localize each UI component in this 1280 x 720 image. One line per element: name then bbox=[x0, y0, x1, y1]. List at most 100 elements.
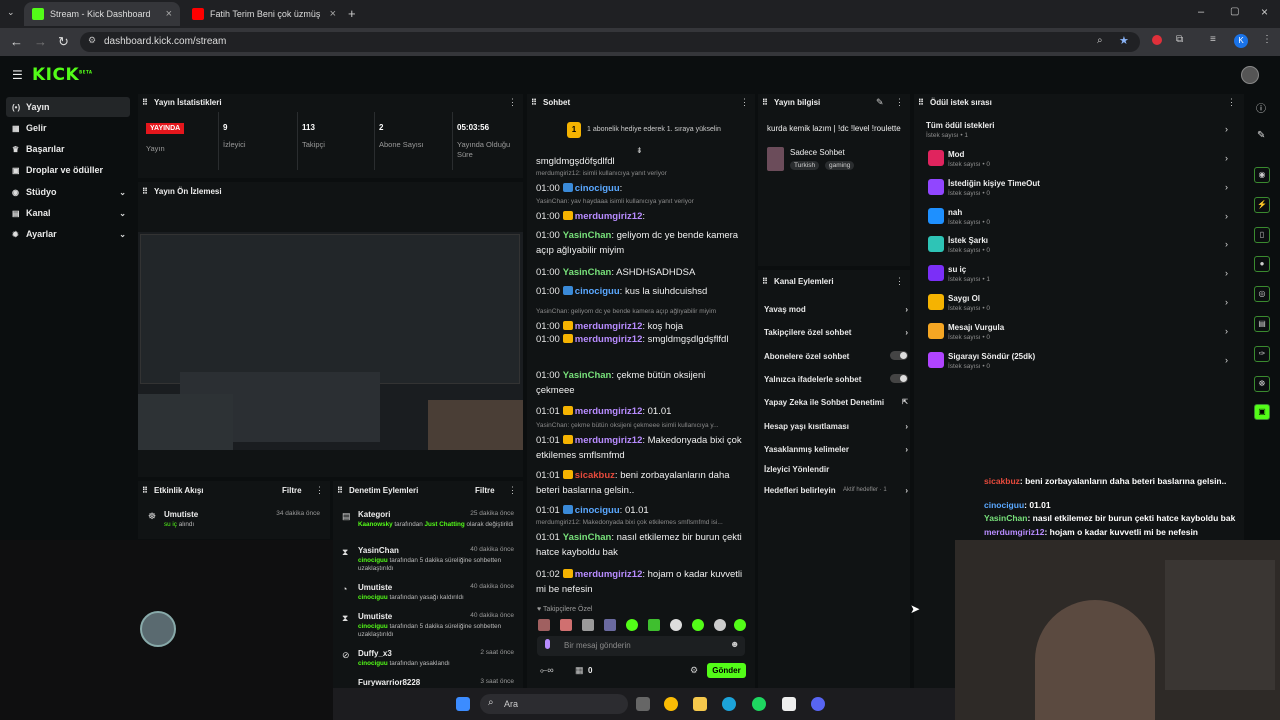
toolbar-document-icon[interactable]: ▯ bbox=[1254, 227, 1270, 243]
more-options-icon[interactable]: ⋮ bbox=[895, 97, 904, 108]
banned-words-row[interactable]: Yasaklanmış kelimeler › bbox=[764, 445, 908, 454]
bookmark-star-icon[interactable]: ★ bbox=[1119, 34, 1129, 47]
emote-icon[interactable] bbox=[714, 619, 726, 631]
close-window-icon[interactable]: × bbox=[1261, 5, 1268, 19]
url-bar[interactable]: ⚙ dashboard.kick.com/stream bbox=[80, 32, 1140, 52]
toolbar-reward-icon[interactable]: ☸ bbox=[1254, 376, 1270, 392]
document-icon[interactable] bbox=[782, 697, 796, 711]
forward-icon[interactable]: → bbox=[34, 34, 47, 49]
goals-row[interactable]: Hedefleri belirleyin Aktif hedefler · 1 › bbox=[764, 486, 908, 495]
activity-filter-button[interactable]: Filtre bbox=[282, 486, 302, 495]
chat-input[interactable]: Bir mesaj gönderin ☻ bbox=[537, 636, 745, 656]
profile-avatar[interactable]: K bbox=[1234, 34, 1248, 48]
host-row[interactable]: İzleyici Yönlendir bbox=[764, 465, 908, 474]
browser-menu-icon[interactable]: ⋮ bbox=[1262, 34, 1272, 45]
sidebar-item-yayin[interactable]: (•) Yayın bbox=[6, 97, 130, 117]
chat-settings-icon[interactable]: ⚙ bbox=[690, 665, 698, 676]
panel-drag-icon[interactable]: ⠿ bbox=[337, 486, 343, 495]
tag-chip[interactable]: Turkish bbox=[790, 161, 820, 170]
emote-icon[interactable] bbox=[538, 619, 550, 631]
panel-drag-icon[interactable]: ⠿ bbox=[142, 486, 148, 495]
gift-sub-banner[interactable]: 1 abonelik hediye ederek 1. sıraya yükse… bbox=[587, 126, 721, 133]
chat-username[interactable]: cinociguu bbox=[575, 505, 620, 516]
tab-stream-dashboard[interactable]: Stream - Kick Dashboard × bbox=[24, 2, 180, 26]
toolbar-live-icon[interactable]: ◎ bbox=[1254, 286, 1270, 302]
chat-username[interactable]: cinociguu bbox=[575, 286, 620, 297]
pen-icon[interactable]: ✎ bbox=[1257, 130, 1265, 141]
back-icon[interactable]: ← bbox=[10, 34, 23, 49]
chat-username[interactable]: YasinChan bbox=[563, 370, 612, 381]
panel-drag-icon[interactable]: ⠿ bbox=[762, 277, 768, 286]
task-view-icon[interactable] bbox=[636, 697, 650, 711]
zoom-icon[interactable]: ⌕ bbox=[1097, 35, 1103, 46]
reward-item[interactable]: nah İstek sayısı • 0 › bbox=[926, 206, 1232, 232]
chat-username[interactable]: YasinChan bbox=[563, 230, 612, 241]
emote-icon[interactable] bbox=[604, 619, 616, 631]
panel-drag-icon[interactable]: ⠿ bbox=[531, 98, 537, 107]
tag-chip[interactable]: gaming bbox=[825, 161, 855, 170]
emote-icon[interactable] bbox=[626, 619, 638, 631]
extensions-icon[interactable]: ⧉ bbox=[1176, 34, 1183, 45]
chat-username[interactable]: merdumgiriz12 bbox=[575, 211, 643, 222]
panel-drag-icon[interactable]: ⠿ bbox=[142, 98, 148, 107]
reload-icon[interactable]: ↻ bbox=[58, 34, 69, 50]
kick-logo[interactable]: KICKBETA bbox=[32, 65, 92, 85]
new-tab-button[interactable]: + bbox=[348, 6, 356, 21]
more-options-icon[interactable]: ⋮ bbox=[740, 97, 749, 108]
close-icon[interactable]: × bbox=[330, 8, 336, 20]
panel-drag-icon[interactable]: ⠿ bbox=[918, 98, 924, 107]
taskbar-search[interactable]: ⌕ Ara bbox=[480, 694, 628, 714]
reward-item[interactable]: Saygı Ol İstek sayısı • 0 › bbox=[926, 292, 1232, 318]
site-info-icon[interactable]: ⚙ bbox=[88, 35, 96, 46]
more-options-icon[interactable]: ⋮ bbox=[315, 485, 324, 496]
windows-start-icon[interactable] bbox=[456, 697, 470, 711]
minimize-icon[interactable]: – bbox=[1198, 6, 1204, 18]
close-icon[interactable]: × bbox=[166, 8, 172, 20]
sidebar-item-kanal[interactable]: ▤ Kanal ⌄ bbox=[6, 203, 130, 223]
slow-mode-row[interactable]: Yavaş mod › bbox=[764, 305, 908, 314]
emote-icon[interactable] bbox=[670, 619, 682, 631]
send-button[interactable]: Gönder bbox=[707, 663, 746, 678]
extension-record-icon[interactable] bbox=[1152, 35, 1162, 45]
store-icon[interactable]: ▦ bbox=[575, 665, 584, 676]
emote-only-toggle[interactable] bbox=[890, 374, 908, 383]
discord-icon[interactable] bbox=[811, 697, 825, 711]
file-explorer-icon[interactable] bbox=[693, 697, 707, 711]
reward-item[interactable]: İstediğin kişiye TimeOut İstek sayısı • 0… bbox=[926, 177, 1232, 203]
chat-username[interactable]: merdumgiriz12 bbox=[575, 406, 643, 417]
hamburger-menu-icon[interactable]: ☰ bbox=[12, 68, 23, 82]
emote-icon[interactable] bbox=[734, 619, 746, 631]
spotify-icon[interactable] bbox=[752, 697, 766, 711]
chrome-icon[interactable] bbox=[664, 697, 678, 711]
emoji-icon[interactable]: ☻ bbox=[730, 639, 739, 649]
account-age-row[interactable]: Hesap yaşı kısıtlaması › bbox=[764, 422, 908, 431]
toolbar-chat-icon[interactable]: ● bbox=[1254, 256, 1270, 272]
reward-item[interactable]: Sigarayı Söndür (25dk) İstek sayısı • 0 › bbox=[926, 350, 1232, 376]
subscribers-chat-toggle[interactable] bbox=[890, 351, 908, 360]
edge-icon[interactable] bbox=[722, 697, 736, 711]
info-icon[interactable]: ⓘ bbox=[1256, 100, 1266, 115]
panel-drag-icon[interactable]: ⠿ bbox=[142, 187, 148, 196]
chat-username[interactable]: merdumgiriz12 bbox=[575, 435, 643, 446]
chat-username[interactable]: YasinChan bbox=[563, 267, 612, 278]
followers-chat-row[interactable]: Takipçilere özel sohbet › bbox=[764, 328, 908, 337]
panel-drag-icon[interactable]: ⠿ bbox=[762, 98, 768, 107]
tab-list-icon[interactable]: ⌄ bbox=[7, 7, 15, 18]
reading-list-icon[interactable]: ≡ bbox=[1210, 34, 1216, 45]
reward-item[interactable]: su iç İstek sayısı • 1 › bbox=[926, 263, 1232, 289]
emote-icon[interactable] bbox=[582, 619, 594, 631]
ai-moderation-row[interactable]: Yapay Zeka ile Sohbet Denetimi ⇱ bbox=[764, 398, 908, 407]
emote-icon[interactable] bbox=[692, 619, 704, 631]
sidebar-item-gelir[interactable]: ▦ Gelir bbox=[6, 118, 130, 138]
chat-username[interactable]: merdumgiriz12 bbox=[575, 334, 643, 345]
toolbar-green-icon[interactable]: ▣ bbox=[1254, 404, 1270, 420]
sidebar-item-basarilar[interactable]: ♛ Başarılar bbox=[6, 139, 130, 159]
sidebar-item-ayarlar[interactable]: ✹ Ayarlar ⌄ bbox=[6, 224, 130, 244]
more-options-icon[interactable]: ⋮ bbox=[895, 276, 904, 287]
more-options-icon[interactable]: ⋮ bbox=[1227, 97, 1236, 108]
floating-avatar-icon[interactable] bbox=[140, 611, 176, 647]
tab-video[interactable]: Fatih Terim Beni çok üzmüş olar × bbox=[184, 2, 344, 26]
maximize-icon[interactable]: ▢ bbox=[1230, 6, 1239, 17]
sidebar-item-droplar[interactable]: ▣ Droplar ve ödüller bbox=[6, 160, 130, 180]
channel-points-icon[interactable]: ⟜∞ bbox=[540, 665, 554, 676]
